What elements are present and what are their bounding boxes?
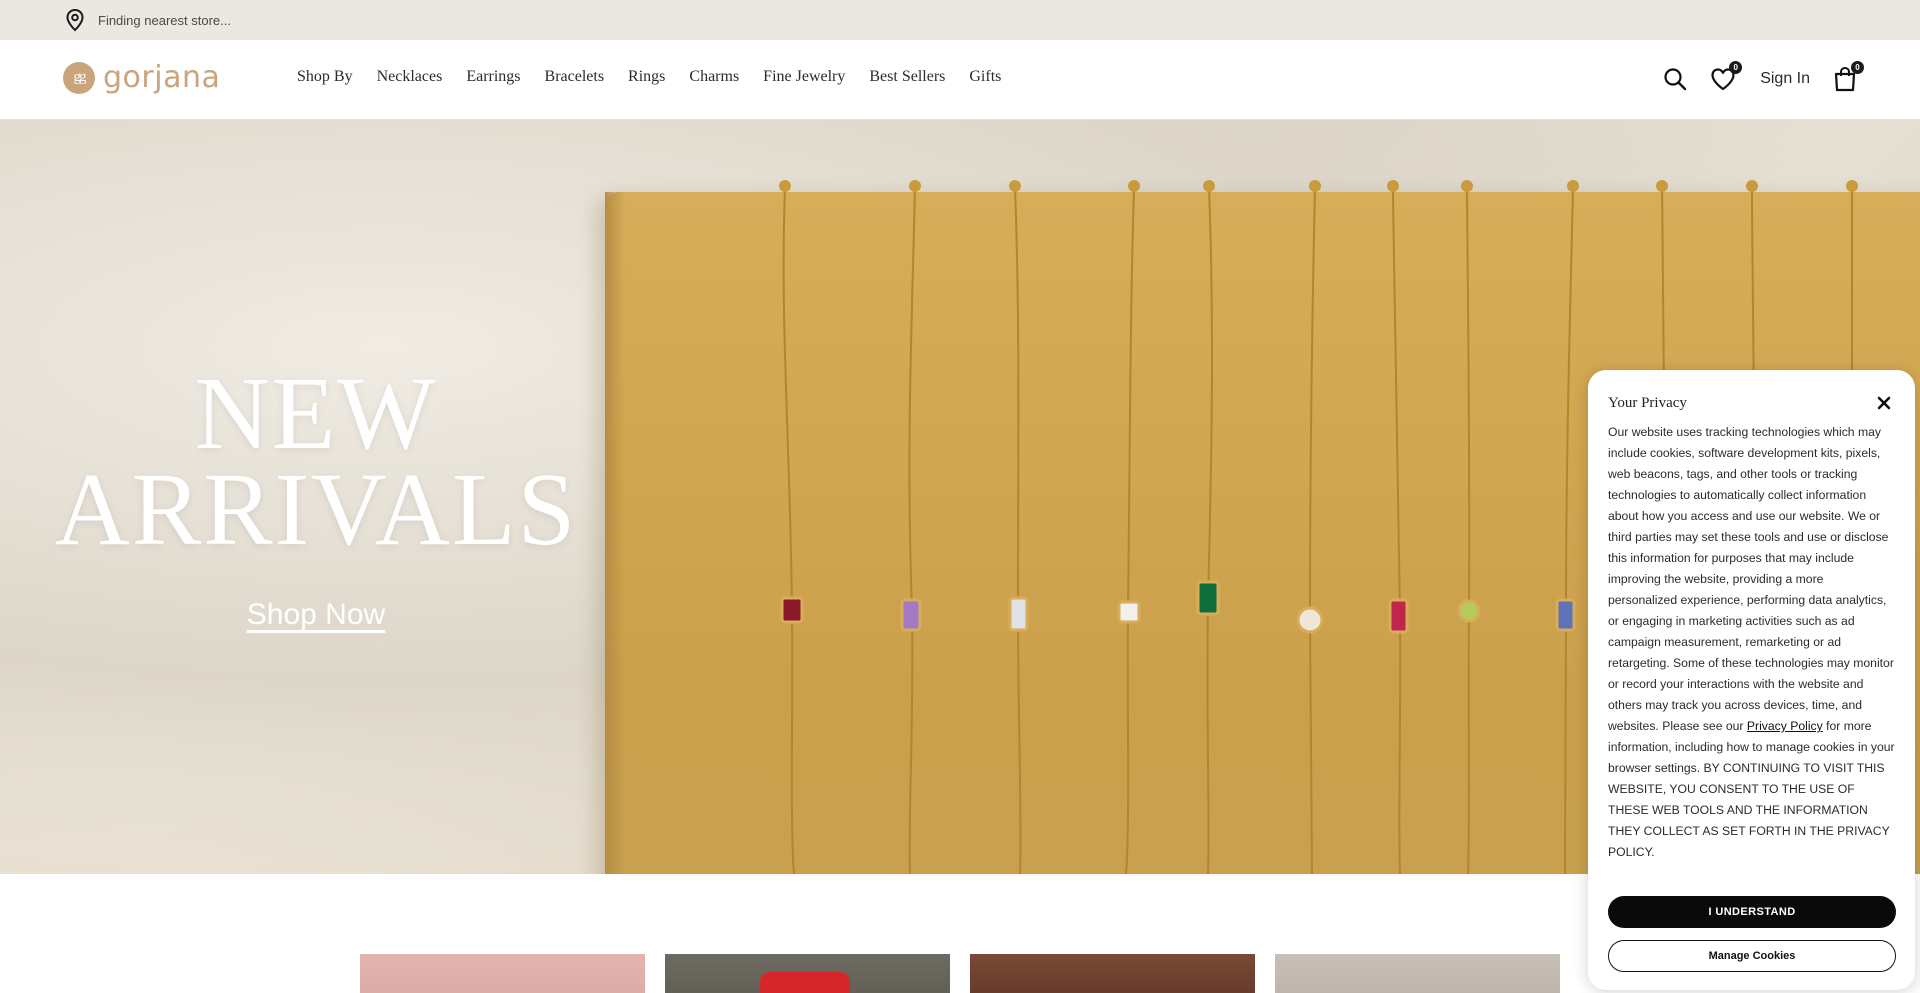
category-card[interactable] (360, 954, 645, 993)
privacy-body-text: Our website uses tracking technologies w… (1608, 425, 1894, 733)
shop-now-link[interactable]: Shop Now (247, 598, 385, 631)
privacy-body-text-continued: for more information, including how to m… (1608, 719, 1895, 859)
cart-count-badge: 0 (1851, 61, 1864, 74)
privacy-header: Your Privacy (1608, 392, 1895, 414)
hero-title: NEW ARRIVALS (0, 356, 632, 567)
nav-gifts[interactable]: Gifts (969, 68, 1001, 86)
search-icon[interactable] (1662, 66, 1688, 92)
hero-title-line1: NEW (194, 356, 438, 471)
manage-cookies-button[interactable]: Manage Cookies (1608, 940, 1896, 972)
sign-in-link[interactable]: Sign In (1760, 70, 1810, 88)
i-understand-button[interactable]: I UNDERSTAND (1608, 896, 1896, 928)
main-nav: Shop By Necklaces Earrings Bracelets Rin… (297, 68, 1025, 86)
header-actions: 0 Sign In 0 (1640, 61, 1864, 92)
location-pin-icon (64, 8, 86, 32)
store-locator-text: Finding nearest store... (98, 12, 231, 28)
nav-fine-jewelry[interactable]: Fine Jewelry (763, 68, 845, 86)
category-card[interactable] (970, 954, 1255, 993)
wishlist-count-badge: 0 (1729, 61, 1743, 74)
category-cards (360, 954, 1560, 993)
hero-title-line2: ARRIVALS (54, 452, 578, 567)
nav-rings[interactable]: Rings (628, 68, 665, 86)
nav-best-sellers[interactable]: Best Sellers (869, 68, 945, 86)
nav-shop-by[interactable]: Shop By (297, 68, 353, 86)
site-header: gg gorjana Shop By Necklaces Earrings Br… (0, 40, 1920, 120)
cart-button[interactable]: 0 (1832, 61, 1864, 92)
wishlist-button[interactable]: 0 (1710, 61, 1743, 92)
brand-mark: gg (63, 61, 95, 94)
close-icon[interactable] (1873, 392, 1895, 414)
privacy-body: Our website uses tracking technologies w… (1608, 422, 1895, 863)
privacy-policy-link[interactable]: Privacy Policy (1747, 719, 1823, 733)
privacy-dialog: Your Privacy Our website uses tracking t… (1588, 370, 1915, 990)
brand-name: gorjana (103, 60, 221, 95)
nav-bracelets[interactable]: Bracelets (545, 68, 605, 86)
brand-logo[interactable]: gg gorjana (63, 60, 220, 95)
nav-necklaces[interactable]: Necklaces (377, 68, 443, 86)
category-card[interactable] (665, 954, 950, 993)
nav-charms[interactable]: Charms (689, 68, 739, 86)
nav-earrings[interactable]: Earrings (466, 68, 520, 86)
category-card[interactable] (1275, 954, 1560, 993)
hero-cta-wrapper: Shop Now (0, 598, 632, 632)
privacy-title: Your Privacy (1608, 394, 1687, 411)
store-locator-bar[interactable]: Finding nearest store... (0, 0, 1920, 40)
